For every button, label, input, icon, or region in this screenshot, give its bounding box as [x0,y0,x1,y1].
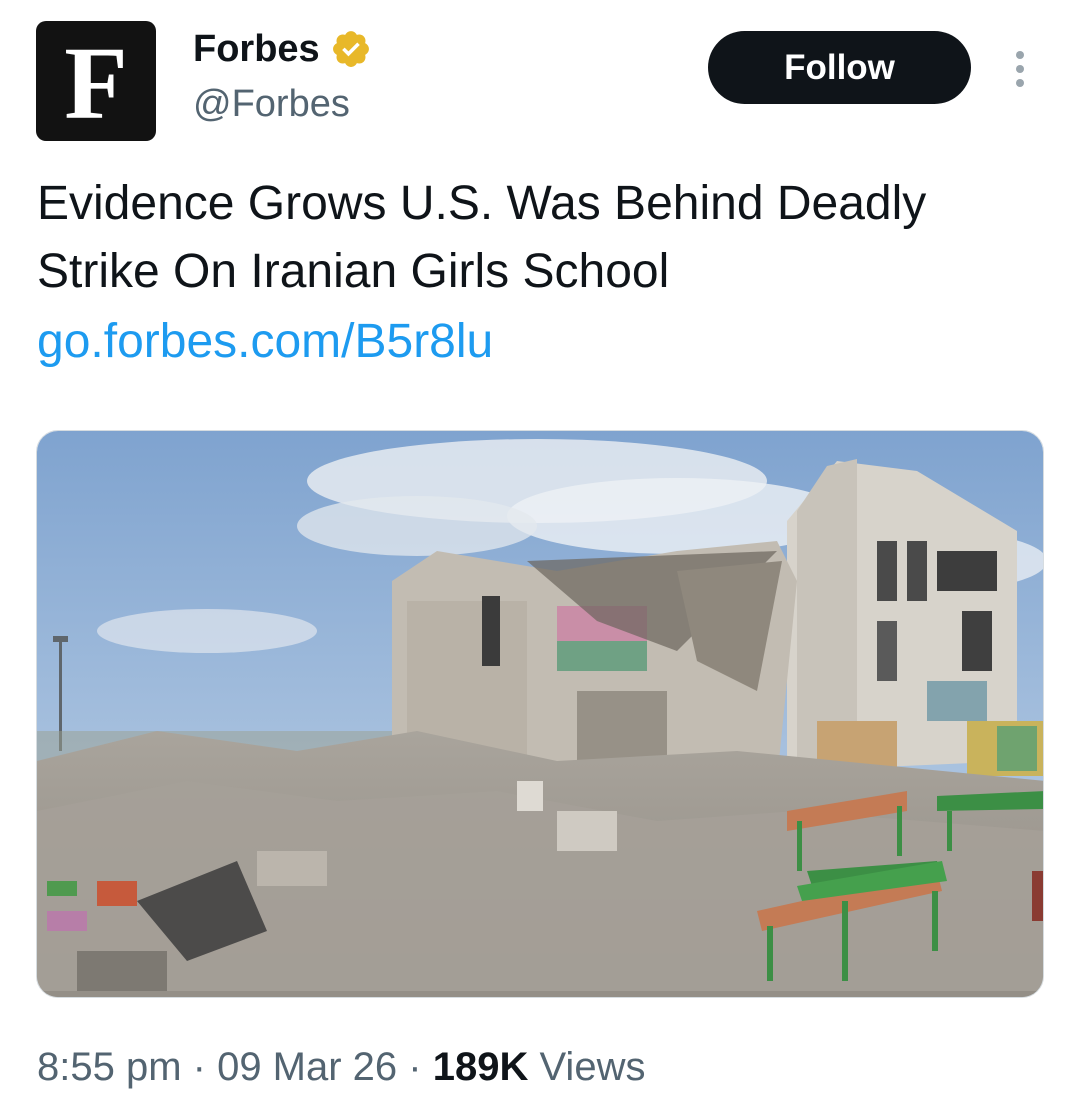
more-options-icon[interactable] [1003,44,1037,94]
tweet-time[interactable]: 8:55 pm [37,1045,182,1089]
author-handle[interactable]: @Forbes [193,81,350,127]
more-dot [1016,79,1024,87]
more-dot [1016,65,1024,73]
verified-badge-icon [332,31,369,67]
more-dot [1016,51,1024,59]
tweet-link[interactable]: go.forbes.com/B5r8lu [37,308,493,376]
forbes-logo: F [64,26,128,141]
follow-button[interactable]: Follow [708,31,971,104]
meta-separator: · [397,1045,433,1089]
tweet-date[interactable]: 09 Mar 26 [217,1045,397,1089]
tweet-media-image[interactable] [36,430,1044,998]
author-display-name[interactable]: Forbes [193,26,320,72]
author-avatar[interactable]: F [36,21,156,141]
destroyed-school-photo [37,431,1043,997]
tweet-meta: 8:55 pm · 09 Mar 26 · 189K Views [37,1040,645,1094]
meta-separator: · [181,1045,218,1089]
author-name-row: Forbes [193,26,372,72]
tweet-text: Evidence Grows U.S. Was Behind Deadly St… [37,177,927,298]
views-label: Views [528,1045,646,1089]
views-count: 189K [432,1045,529,1089]
